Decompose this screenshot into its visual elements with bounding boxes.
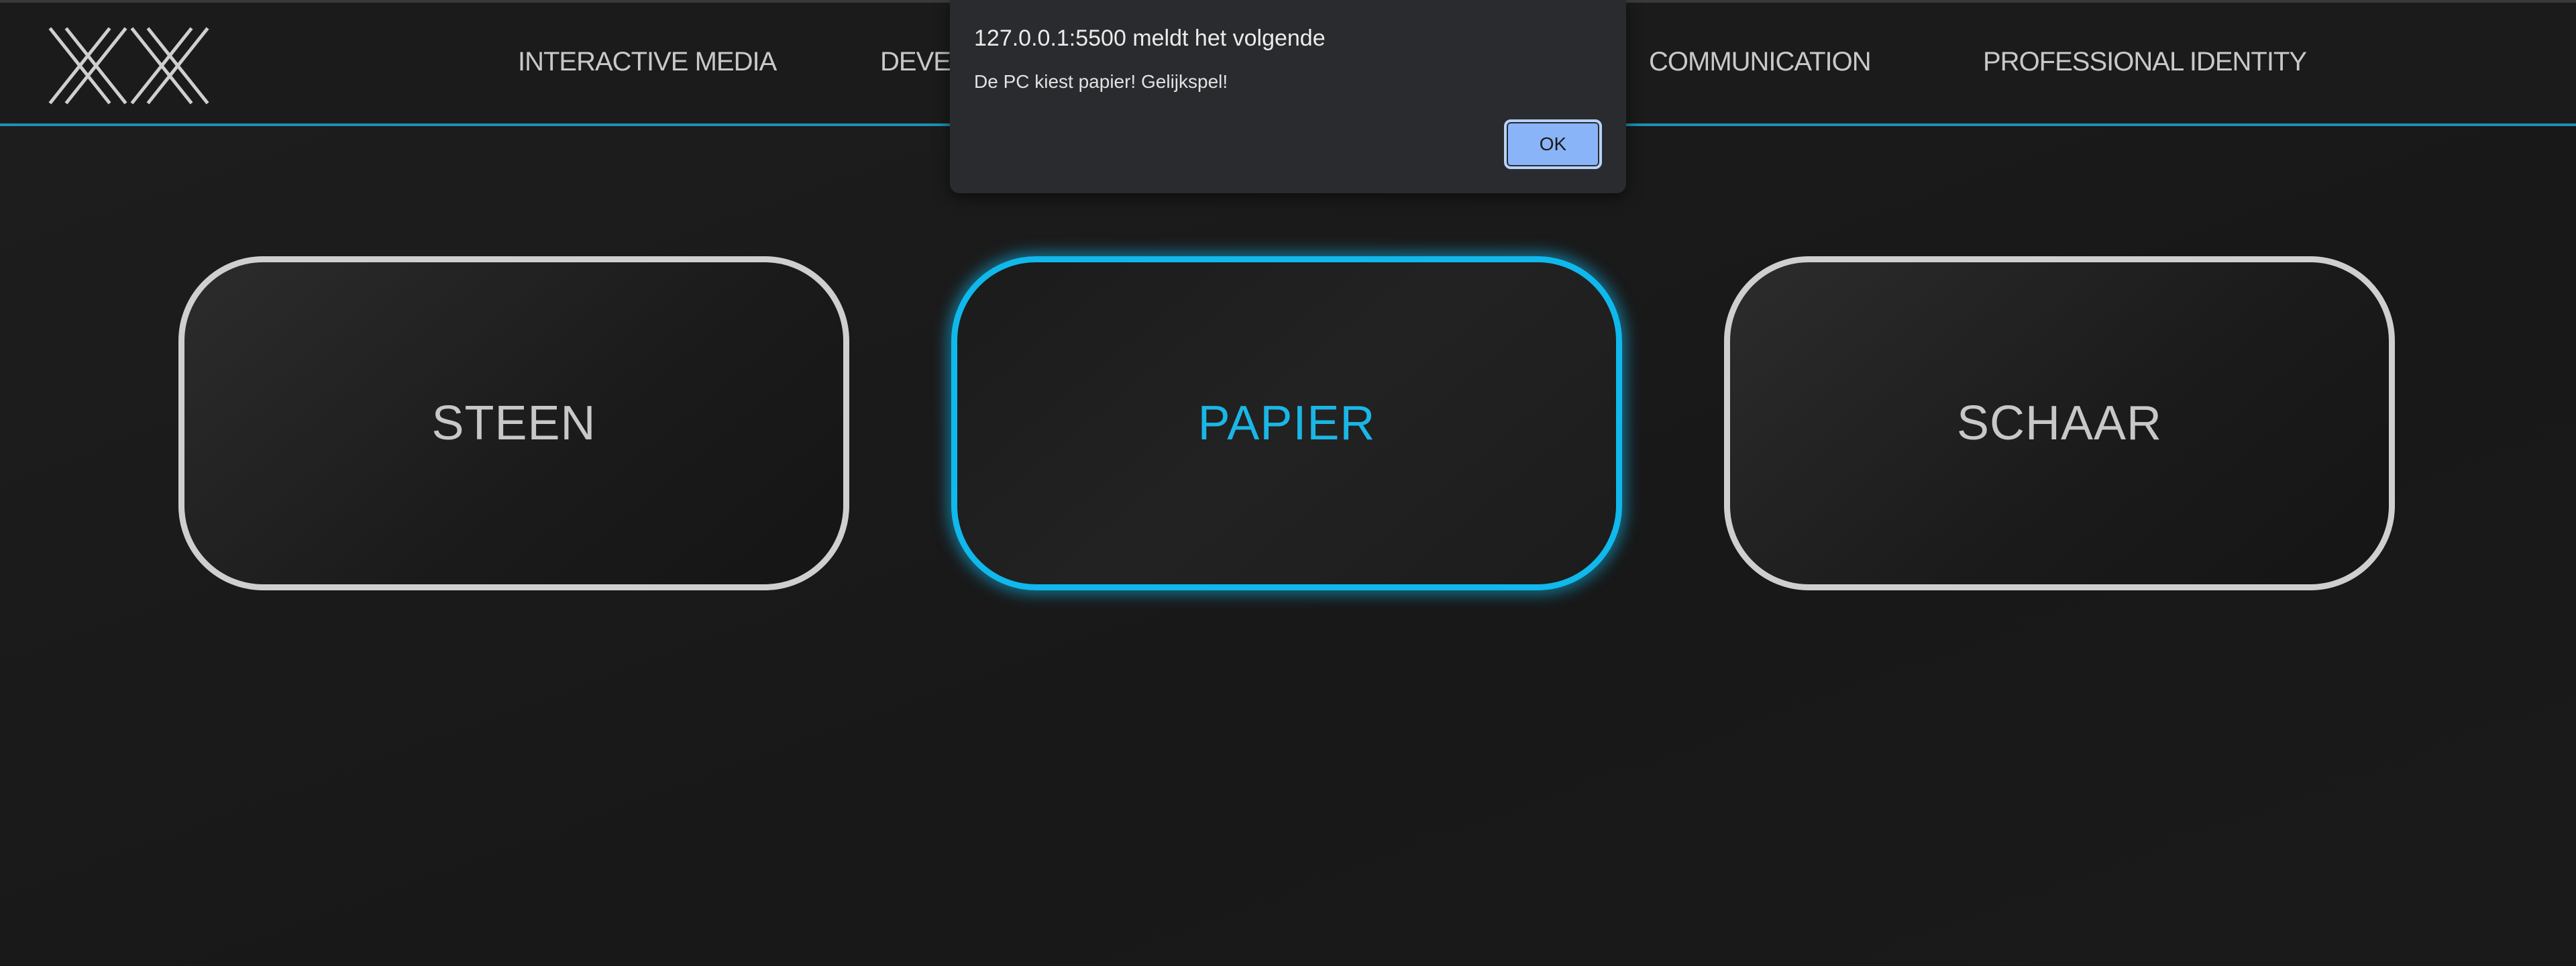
dialog-message: De PC kiest papier! Gelijkspel! [974,71,1228,92]
logo-icon [48,27,209,105]
choice-steen-label: STEEN [431,396,596,450]
choice-schaar-button[interactable]: SCHAAR [1724,256,2395,590]
nav-link-communication[interactable]: COMMUNICATION [1649,47,1872,77]
alert-dialog: 127.0.0.1:5500 meldt het volgende De PC … [950,0,1626,193]
choice-schaar-label: SCHAAR [1956,396,2163,450]
logo[interactable] [48,27,209,105]
nav-link-professional-identity[interactable]: PROFESSIONAL IDENTITY [1983,47,2307,77]
dialog-ok-button[interactable]: OK [1504,119,1602,169]
choice-steen-button[interactable]: STEEN [178,256,849,590]
nav-link-interactive-media[interactable]: INTERACTIVE MEDIA [518,47,777,77]
choice-papier-label: PAPIER [1197,396,1376,450]
dialog-title: 127.0.0.1:5500 meldt het volgende [974,25,1326,51]
choice-papier-button[interactable]: PAPIER [951,256,1622,590]
page: INTERACTIVE MEDIA DEVEL COMMUNICATION PR… [0,0,2576,966]
